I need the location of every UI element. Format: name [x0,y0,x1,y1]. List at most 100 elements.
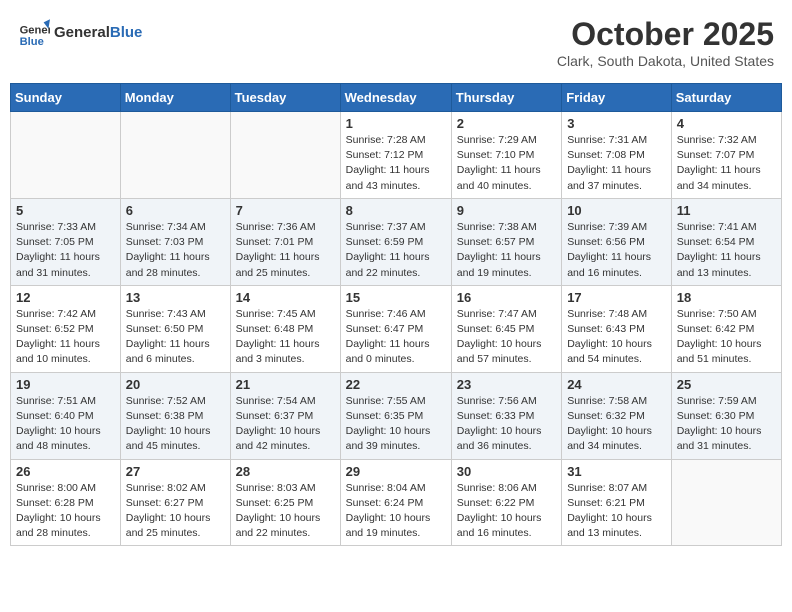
calendar-day-cell: 11 Sunrise: 7:41 AM Sunset: 6:54 PM Dayli… [671,198,781,285]
calendar-week-row: 5 Sunrise: 7:33 AM Sunset: 7:05 PM Daylig… [11,198,782,285]
day-detail: Sunrise: 7:31 AM Sunset: 7:08 PM Dayligh… [567,133,666,194]
day-detail: Sunrise: 7:59 AM Sunset: 6:30 PM Dayligh… [677,394,776,455]
day-detail: Sunrise: 7:39 AM Sunset: 6:56 PM Dayligh… [567,220,666,281]
calendar-day-cell: 24 Sunrise: 7:58 AM Sunset: 6:32 PM Dayli… [562,372,672,459]
day-detail: Sunrise: 7:55 AM Sunset: 6:35 PM Dayligh… [346,394,446,455]
day-detail: Sunrise: 7:28 AM Sunset: 7:12 PM Dayligh… [346,133,446,194]
day-number: 8 [346,203,446,218]
calendar-header-row: SundayMondayTuesdayWednesdayThursdayFrid… [11,84,782,112]
calendar-day-cell [11,112,121,199]
calendar-day-cell: 15Sunrise: 7:46 AM Sunset: 6:47 PM Dayli… [340,285,451,372]
logo: General Blue GeneralBlue [18,16,142,48]
title-block: October 2025 Clark, South Dakota, United… [557,16,774,69]
day-number: 5 [16,203,115,218]
day-detail: Sunrise: 7:29 AM Sunset: 7:10 PM Dayligh… [457,133,556,194]
day-detail: Sunrise: 7:43 AM Sunset: 6:50 PM Dayligh… [126,307,225,368]
calendar-day-cell: 18 Sunrise: 7:50 AM Sunset: 6:42 PM Dayli… [671,285,781,372]
day-number: 18 [677,290,776,305]
calendar-day-cell: 25 Sunrise: 7:59 AM Sunset: 6:30 PM Dayli… [671,372,781,459]
calendar-day-cell: 2 Sunrise: 7:29 AM Sunset: 7:10 PM Daylig… [451,112,561,199]
day-number: 24 [567,377,666,392]
day-detail: Sunrise: 7:52 AM Sunset: 6:38 PM Dayligh… [126,394,225,455]
day-number: 9 [457,203,556,218]
day-detail: Sunrise: 7:54 AM Sunset: 6:37 PM Dayligh… [236,394,335,455]
day-number: 25 [677,377,776,392]
day-detail: Sunrise: 8:03 AM Sunset: 6:25 PM Dayligh… [236,481,335,542]
day-number: 15 [346,290,446,305]
header-tuesday: Tuesday [230,84,340,112]
day-number: 21 [236,377,335,392]
day-detail: Sunrise: 8:00 AM Sunset: 6:28 PM Dayligh… [16,481,115,542]
calendar-day-cell: 19 Sunrise: 7:51 AM Sunset: 6:40 PM Dayli… [11,372,121,459]
day-detail: Sunrise: 7:41 AM Sunset: 6:54 PM Dayligh… [677,220,776,281]
svg-text:Blue: Blue [20,36,44,48]
header-saturday: Saturday [671,84,781,112]
day-number: 11 [677,203,776,218]
day-number: 22 [346,377,446,392]
day-number: 17 [567,290,666,305]
day-detail: Sunrise: 7:51 AM Sunset: 6:40 PM Dayligh… [16,394,115,455]
day-detail: Sunrise: 7:33 AM Sunset: 7:05 PM Dayligh… [16,220,115,281]
page-header: General Blue GeneralBlue October 2025 Cl… [10,10,782,75]
calendar-day-cell: 4Sunrise: 7:32 AM Sunset: 7:07 PM Daylig… [671,112,781,199]
day-detail: Sunrise: 7:36 AM Sunset: 7:01 PM Dayligh… [236,220,335,281]
day-detail: Sunrise: 7:50 AM Sunset: 6:42 PM Dayligh… [677,307,776,368]
day-detail: Sunrise: 8:02 AM Sunset: 6:27 PM Dayligh… [126,481,225,542]
calendar-week-row: 1 Sunrise: 7:28 AM Sunset: 7:12 PM Daylig… [11,112,782,199]
day-number: 6 [126,203,225,218]
day-number: 19 [16,377,115,392]
calendar-day-cell: 22 Sunrise: 7:55 AM Sunset: 6:35 PM Dayli… [340,372,451,459]
day-number: 30 [457,464,556,479]
day-number: 26 [16,464,115,479]
day-number: 31 [567,464,666,479]
day-detail: Sunrise: 7:32 AM Sunset: 7:07 PM Dayligh… [677,133,776,194]
day-detail: Sunrise: 7:34 AM Sunset: 7:03 PM Dayligh… [126,220,225,281]
day-number: 12 [16,290,115,305]
calendar-day-cell: 27 Sunrise: 8:02 AM Sunset: 6:27 PM Dayli… [120,459,230,546]
day-detail: Sunrise: 7:58 AM Sunset: 6:32 PM Dayligh… [567,394,666,455]
calendar-day-cell: 28 Sunrise: 8:03 AM Sunset: 6:25 PM Dayli… [230,459,340,546]
calendar-day-cell: 5 Sunrise: 7:33 AM Sunset: 7:05 PM Daylig… [11,198,121,285]
calendar-day-cell: 21 Sunrise: 7:54 AM Sunset: 6:37 PM Dayli… [230,372,340,459]
day-number: 28 [236,464,335,479]
svg-text:General: General [20,25,50,37]
calendar-day-cell: 6 Sunrise: 7:34 AM Sunset: 7:03 PM Daylig… [120,198,230,285]
calendar-day-cell: 8 Sunrise: 7:37 AM Sunset: 6:59 PM Daylig… [340,198,451,285]
day-detail: Sunrise: 7:45 AM Sunset: 6:48 PM Dayligh… [236,307,335,368]
day-detail: Sunrise: 7:42 AM Sunset: 6:52 PM Dayligh… [16,307,115,368]
day-number: 2 [457,116,556,131]
day-number: 14 [236,290,335,305]
header-wednesday: Wednesday [340,84,451,112]
calendar-day-cell: 7 Sunrise: 7:36 AM Sunset: 7:01 PM Daylig… [230,198,340,285]
calendar-day-cell: 26 Sunrise: 8:00 AM Sunset: 6:28 PM Dayli… [11,459,121,546]
day-detail: Sunrise: 8:06 AM Sunset: 6:22 PM Dayligh… [457,481,556,542]
calendar-day-cell: 3 Sunrise: 7:31 AM Sunset: 7:08 PM Daylig… [562,112,672,199]
calendar-day-cell: 31Sunrise: 8:07 AM Sunset: 6:21 PM Dayli… [562,459,672,546]
day-number: 29 [346,464,446,479]
calendar-table: SundayMondayTuesdayWednesdayThursdayFrid… [10,83,782,546]
day-number: 3 [567,116,666,131]
day-number: 7 [236,203,335,218]
day-number: 27 [126,464,225,479]
calendar-day-cell: 13 Sunrise: 7:43 AM Sunset: 6:50 PM Dayli… [120,285,230,372]
day-detail: Sunrise: 7:37 AM Sunset: 6:59 PM Dayligh… [346,220,446,281]
calendar-day-cell: 30 Sunrise: 8:06 AM Sunset: 6:22 PM Dayli… [451,459,561,546]
calendar-day-cell: 14 Sunrise: 7:45 AM Sunset: 6:48 PM Dayli… [230,285,340,372]
day-detail: Sunrise: 8:04 AM Sunset: 6:24 PM Dayligh… [346,481,446,542]
calendar-day-cell: 29 Sunrise: 8:04 AM Sunset: 6:24 PM Dayli… [340,459,451,546]
calendar-day-cell: 16 Sunrise: 7:47 AM Sunset: 6:45 PM Dayli… [451,285,561,372]
calendar-week-row: 26 Sunrise: 8:00 AM Sunset: 6:28 PM Dayli… [11,459,782,546]
day-number: 20 [126,377,225,392]
day-number: 23 [457,377,556,392]
logo-text: GeneralBlue [54,24,142,41]
day-number: 1 [346,116,446,131]
header-thursday: Thursday [451,84,561,112]
day-number: 13 [126,290,225,305]
day-detail: Sunrise: 7:47 AM Sunset: 6:45 PM Dayligh… [457,307,556,368]
day-detail: Sunrise: 7:38 AM Sunset: 6:57 PM Dayligh… [457,220,556,281]
day-number: 10 [567,203,666,218]
header-monday: Monday [120,84,230,112]
calendar-day-cell: 23Sunrise: 7:56 AM Sunset: 6:33 PM Dayli… [451,372,561,459]
day-number: 16 [457,290,556,305]
header-friday: Friday [562,84,672,112]
